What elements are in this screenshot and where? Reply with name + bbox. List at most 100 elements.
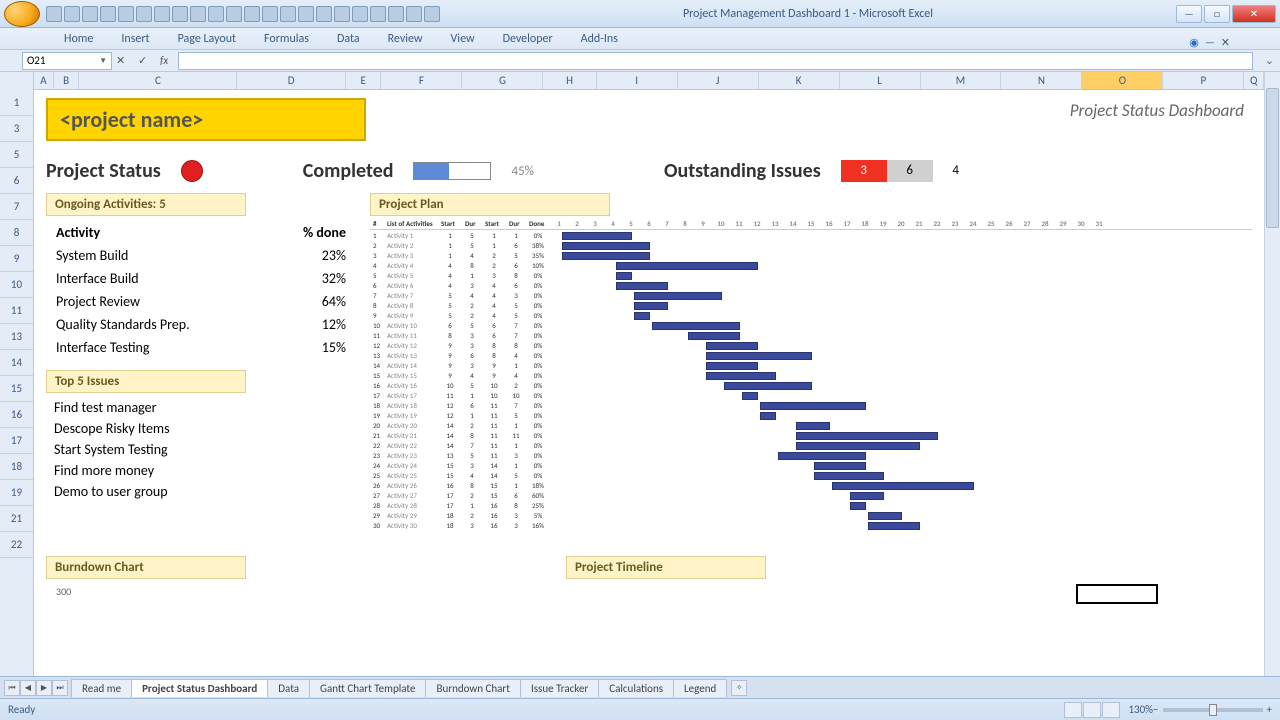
row-header[interactable]: 22 bbox=[0, 532, 33, 558]
qat-icon[interactable] bbox=[298, 6, 314, 22]
row-header[interactable]: 21 bbox=[0, 506, 33, 532]
tab-nav-first-icon[interactable]: ⏮ bbox=[4, 680, 20, 696]
row-header[interactable]: 11 bbox=[0, 298, 33, 324]
column-header[interactable]: G bbox=[462, 72, 543, 89]
sheet-tab[interactable]: Read me bbox=[71, 679, 132, 697]
qat-icon[interactable] bbox=[262, 6, 278, 22]
row-header[interactable]: 7 bbox=[0, 194, 33, 220]
row-header[interactable]: 3 bbox=[0, 116, 33, 142]
row-header[interactable]: 1 bbox=[0, 90, 33, 116]
qat-icon[interactable] bbox=[352, 6, 368, 22]
column-header[interactable]: C bbox=[79, 72, 237, 89]
column-header[interactable]: P bbox=[1163, 72, 1244, 89]
qat-icon[interactable] bbox=[118, 6, 134, 22]
qat-icon[interactable] bbox=[316, 6, 332, 22]
doc-close-icon[interactable]: ✕ bbox=[1221, 36, 1230, 49]
column-header[interactable]: H bbox=[543, 72, 596, 89]
sheet-tab[interactable]: Data bbox=[267, 679, 310, 697]
row-header[interactable]: 5 bbox=[0, 142, 33, 168]
column-header[interactable]: M bbox=[921, 72, 1002, 89]
column-header[interactable]: E bbox=[346, 72, 382, 89]
ribbon-tab-data[interactable]: Data bbox=[323, 29, 374, 49]
column-header[interactable]: N bbox=[1001, 72, 1082, 89]
qat-icon[interactable] bbox=[154, 6, 170, 22]
undo-icon[interactable] bbox=[64, 6, 80, 22]
normal-view-icon[interactable] bbox=[1064, 702, 1082, 718]
scrollbar-thumb[interactable] bbox=[1266, 88, 1279, 228]
help-icon[interactable]: ◉ bbox=[1189, 36, 1199, 49]
qat-icon[interactable] bbox=[406, 6, 422, 22]
sheet-tab[interactable]: Issue Tracker bbox=[520, 679, 599, 697]
zoom-in-icon[interactable]: + bbox=[1267, 703, 1272, 716]
ribbon-minimize-icon[interactable]: — bbox=[1205, 36, 1215, 49]
row-header[interactable]: 17 bbox=[0, 428, 33, 454]
cancel-icon[interactable]: ✕ bbox=[116, 54, 130, 68]
qat-icon[interactable] bbox=[208, 6, 224, 22]
enter-icon[interactable]: ✓ bbox=[138, 54, 152, 68]
ribbon-tab-page-layout[interactable]: Page Layout bbox=[164, 29, 250, 49]
office-button[interactable] bbox=[4, 1, 40, 27]
row-header[interactable]: 8 bbox=[0, 220, 33, 246]
zoom-level[interactable]: 130% bbox=[1128, 703, 1153, 716]
selected-cell-indicator[interactable] bbox=[1076, 584, 1158, 604]
close-button[interactable]: ✕ bbox=[1232, 5, 1276, 23]
row-header[interactable]: 10 bbox=[0, 272, 33, 298]
column-header[interactable]: B bbox=[54, 72, 80, 89]
zoom-slider[interactable] bbox=[1163, 708, 1263, 712]
fx-icon[interactable]: fx bbox=[160, 54, 174, 68]
column-header[interactable]: J bbox=[678, 72, 759, 89]
qat-icon[interactable] bbox=[136, 6, 152, 22]
row-header[interactable]: 9 bbox=[0, 246, 33, 272]
ribbon-tab-insert[interactable]: Insert bbox=[107, 29, 163, 49]
save-icon[interactable] bbox=[46, 6, 62, 22]
vertical-scrollbar[interactable] bbox=[1264, 72, 1280, 698]
row-header[interactable]: 19 bbox=[0, 480, 33, 506]
qat-icon[interactable] bbox=[370, 6, 386, 22]
ribbon-tab-review[interactable]: Review bbox=[374, 29, 437, 49]
qat-icon[interactable] bbox=[190, 6, 206, 22]
new-sheet-icon[interactable]: ✧ bbox=[731, 680, 747, 696]
column-header[interactable]: F bbox=[381, 72, 462, 89]
row-header[interactable]: 6 bbox=[0, 168, 33, 194]
minimize-button[interactable]: — bbox=[1176, 5, 1202, 23]
maximize-button[interactable]: □ bbox=[1204, 5, 1230, 23]
ribbon-tab-developer[interactable]: Developer bbox=[489, 29, 567, 49]
column-header[interactable]: I bbox=[597, 72, 678, 89]
tab-nav-last-icon[interactable]: ⏭ bbox=[52, 680, 68, 696]
qat-icon[interactable] bbox=[388, 6, 404, 22]
sheet-tab[interactable]: Calculations bbox=[598, 679, 674, 697]
project-name-cell[interactable]: <project name> bbox=[46, 98, 366, 141]
row-header[interactable]: 14 bbox=[0, 350, 33, 376]
expand-formula-icon[interactable]: ⌄ bbox=[1265, 54, 1274, 67]
column-header[interactable]: D bbox=[237, 72, 346, 89]
qat-icon[interactable] bbox=[226, 6, 242, 22]
ribbon-tab-add-ins[interactable]: Add-Ins bbox=[567, 29, 632, 49]
ribbon-tab-formulas[interactable]: Formulas bbox=[250, 29, 323, 49]
page-break-view-icon[interactable] bbox=[1102, 702, 1120, 718]
tab-nav-prev-icon[interactable]: ◀ bbox=[20, 680, 36, 696]
row-header[interactable]: 18 bbox=[0, 454, 33, 480]
zoom-out-icon[interactable]: − bbox=[1153, 703, 1158, 716]
qat-icon[interactable] bbox=[334, 6, 350, 22]
redo-icon[interactable] bbox=[82, 6, 98, 22]
column-header[interactable]: Q bbox=[1244, 72, 1264, 89]
print-icon[interactable] bbox=[100, 6, 116, 22]
sheet-tab[interactable]: Legend bbox=[673, 679, 727, 697]
column-header[interactable]: A bbox=[34, 72, 54, 89]
qat-icon[interactable] bbox=[424, 6, 440, 22]
qat-icon[interactable] bbox=[172, 6, 188, 22]
column-header[interactable]: K bbox=[759, 72, 840, 89]
formula-bar[interactable] bbox=[178, 52, 1253, 70]
qat-icon[interactable] bbox=[280, 6, 296, 22]
ribbon-tab-home[interactable]: Home bbox=[50, 29, 107, 49]
page-layout-view-icon[interactable] bbox=[1083, 702, 1101, 718]
ribbon-tab-view[interactable]: View bbox=[437, 29, 489, 49]
column-header[interactable]: O bbox=[1082, 72, 1163, 89]
column-header[interactable]: L bbox=[840, 72, 921, 89]
sheet-tab[interactable]: Gantt Chart Template bbox=[309, 679, 426, 697]
row-header[interactable]: 16 bbox=[0, 402, 33, 428]
row-header[interactable]: 15 bbox=[0, 376, 33, 402]
row-header[interactable]: 13 bbox=[0, 324, 33, 350]
sheet-tab[interactable]: Burndown Chart bbox=[425, 679, 520, 697]
name-box[interactable]: O21 ▼ bbox=[22, 52, 112, 70]
